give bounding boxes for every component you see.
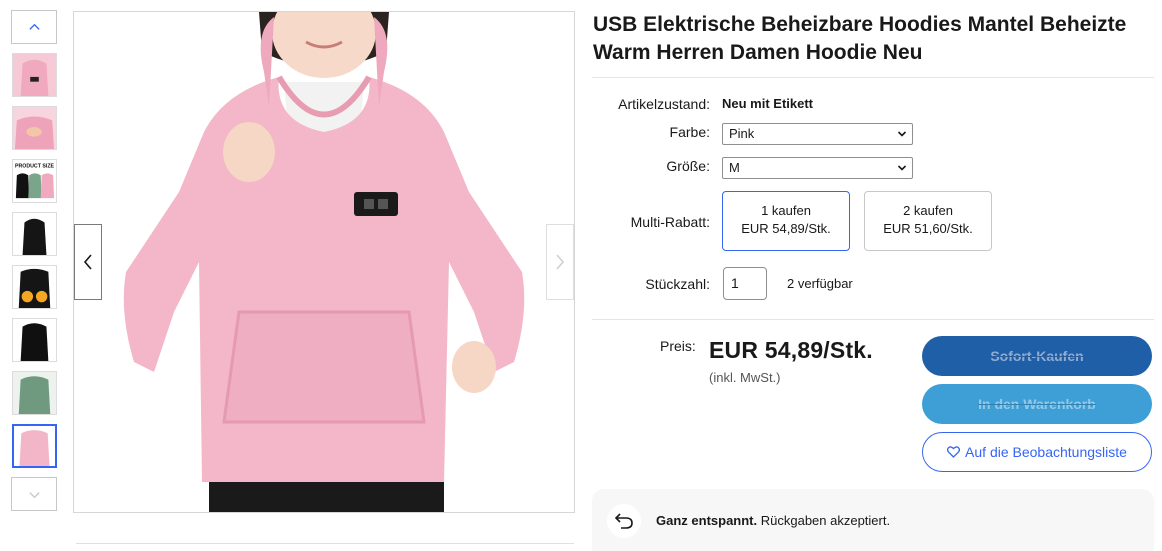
add-to-watchlist-button[interactable]: Auf die Beobachtungsliste bbox=[922, 432, 1152, 472]
multibuy-label: Multi-Rabatt: bbox=[630, 214, 710, 230]
chevron-down-icon bbox=[897, 131, 907, 137]
chevron-right-icon bbox=[556, 254, 565, 270]
returns-icon-wrap bbox=[607, 504, 641, 538]
quantity-label: Stückzahl: bbox=[645, 276, 710, 292]
next-image-button[interactable] bbox=[546, 224, 574, 300]
thumbnail-image bbox=[13, 213, 56, 255]
color-label: Farbe: bbox=[669, 124, 710, 140]
heart-icon bbox=[947, 446, 961, 458]
add-to-watchlist-label: Auf die Beobachtungsliste bbox=[965, 444, 1127, 460]
price-label: Preis: bbox=[660, 338, 696, 354]
returns-text: Ganz entspannt. Rückgaben akzeptiert. bbox=[656, 513, 890, 528]
thumbnail-3[interactable]: PRODUCT SIZE bbox=[12, 159, 57, 203]
multibuy-price: EUR 51,60/Stk. bbox=[883, 221, 973, 236]
divider bbox=[592, 319, 1154, 320]
thumbnail-image bbox=[13, 319, 56, 361]
multibuy-qty: 2 kaufen bbox=[903, 203, 953, 218]
multibuy-option-1[interactable]: 1 kaufen EUR 54,89/Stk. bbox=[722, 191, 850, 251]
add-to-cart-button[interactable]: In den Warenkorb bbox=[922, 384, 1152, 424]
returns-info: Ganz entspannt. Rückgaben akzeptiert. bbox=[592, 489, 1154, 551]
divider bbox=[76, 543, 574, 544]
size-select[interactable]: M bbox=[722, 157, 913, 179]
thumbnail-6[interactable] bbox=[12, 318, 57, 362]
thumbnail-scroll-up-button[interactable] bbox=[11, 10, 57, 44]
thumbnail-5[interactable] bbox=[12, 265, 57, 309]
thumbnail-7[interactable] bbox=[12, 371, 57, 415]
thumbnail-8[interactable] bbox=[12, 424, 57, 468]
divider bbox=[592, 77, 1154, 78]
return-arrow-icon bbox=[614, 513, 633, 529]
price-tax-note: (inkl. MwSt.) bbox=[709, 370, 781, 385]
chevron-up-icon bbox=[28, 23, 40, 30]
color-select-value: Pink bbox=[729, 126, 755, 141]
multibuy-price: EUR 54,89/Stk. bbox=[741, 221, 831, 236]
main-product-image[interactable] bbox=[73, 11, 575, 513]
condition-value: Neu mit Etikett bbox=[722, 96, 814, 111]
previous-image-button[interactable] bbox=[74, 224, 102, 300]
chevron-down-icon bbox=[28, 491, 40, 498]
price-value: EUR 54,89/Stk. bbox=[709, 337, 873, 363]
buy-now-button[interactable]: Sofort-Kaufen bbox=[922, 336, 1152, 376]
product-title: USB Elektrische Beheizbare Hoodies Mante… bbox=[593, 13, 1127, 64]
add-to-cart-label: In den Warenkorb bbox=[978, 396, 1096, 412]
chevron-down-icon bbox=[897, 165, 907, 171]
thumbnail-image bbox=[13, 372, 56, 414]
quantity-input[interactable]: 1 bbox=[723, 267, 767, 300]
thumbnail-1[interactable] bbox=[12, 53, 57, 97]
multibuy-option-2[interactable]: 2 kaufen EUR 51,60/Stk. bbox=[864, 191, 992, 251]
thumbnail-scroll-down-button[interactable] bbox=[11, 477, 57, 511]
available-count: 2 verfügbar bbox=[787, 276, 853, 291]
hoodie-photo bbox=[74, 12, 574, 512]
thumbnail-image bbox=[13, 107, 56, 149]
size-select-value: M bbox=[729, 160, 740, 175]
size-label: Größe: bbox=[666, 158, 710, 174]
thumbnail-image bbox=[13, 54, 56, 96]
condition-label: Artikelzustand: bbox=[618, 96, 710, 112]
size-chart-label: PRODUCT SIZE bbox=[15, 164, 55, 170]
multibuy-qty: 1 kaufen bbox=[761, 203, 811, 218]
chevron-left-icon bbox=[83, 254, 92, 270]
thumbnail-2[interactable] bbox=[12, 106, 57, 150]
buy-now-label: Sofort-Kaufen bbox=[990, 348, 1084, 364]
thumbnail-image bbox=[13, 266, 56, 308]
thumbnail-4[interactable] bbox=[12, 212, 57, 256]
color-select[interactable]: Pink bbox=[722, 123, 913, 145]
returns-bold: Ganz entspannt. bbox=[656, 513, 758, 528]
thumbnail-image bbox=[14, 426, 55, 466]
thumbnail-image: PRODUCT SIZE bbox=[13, 160, 56, 202]
returns-detail: Rückgaben akzeptiert. bbox=[757, 513, 891, 528]
